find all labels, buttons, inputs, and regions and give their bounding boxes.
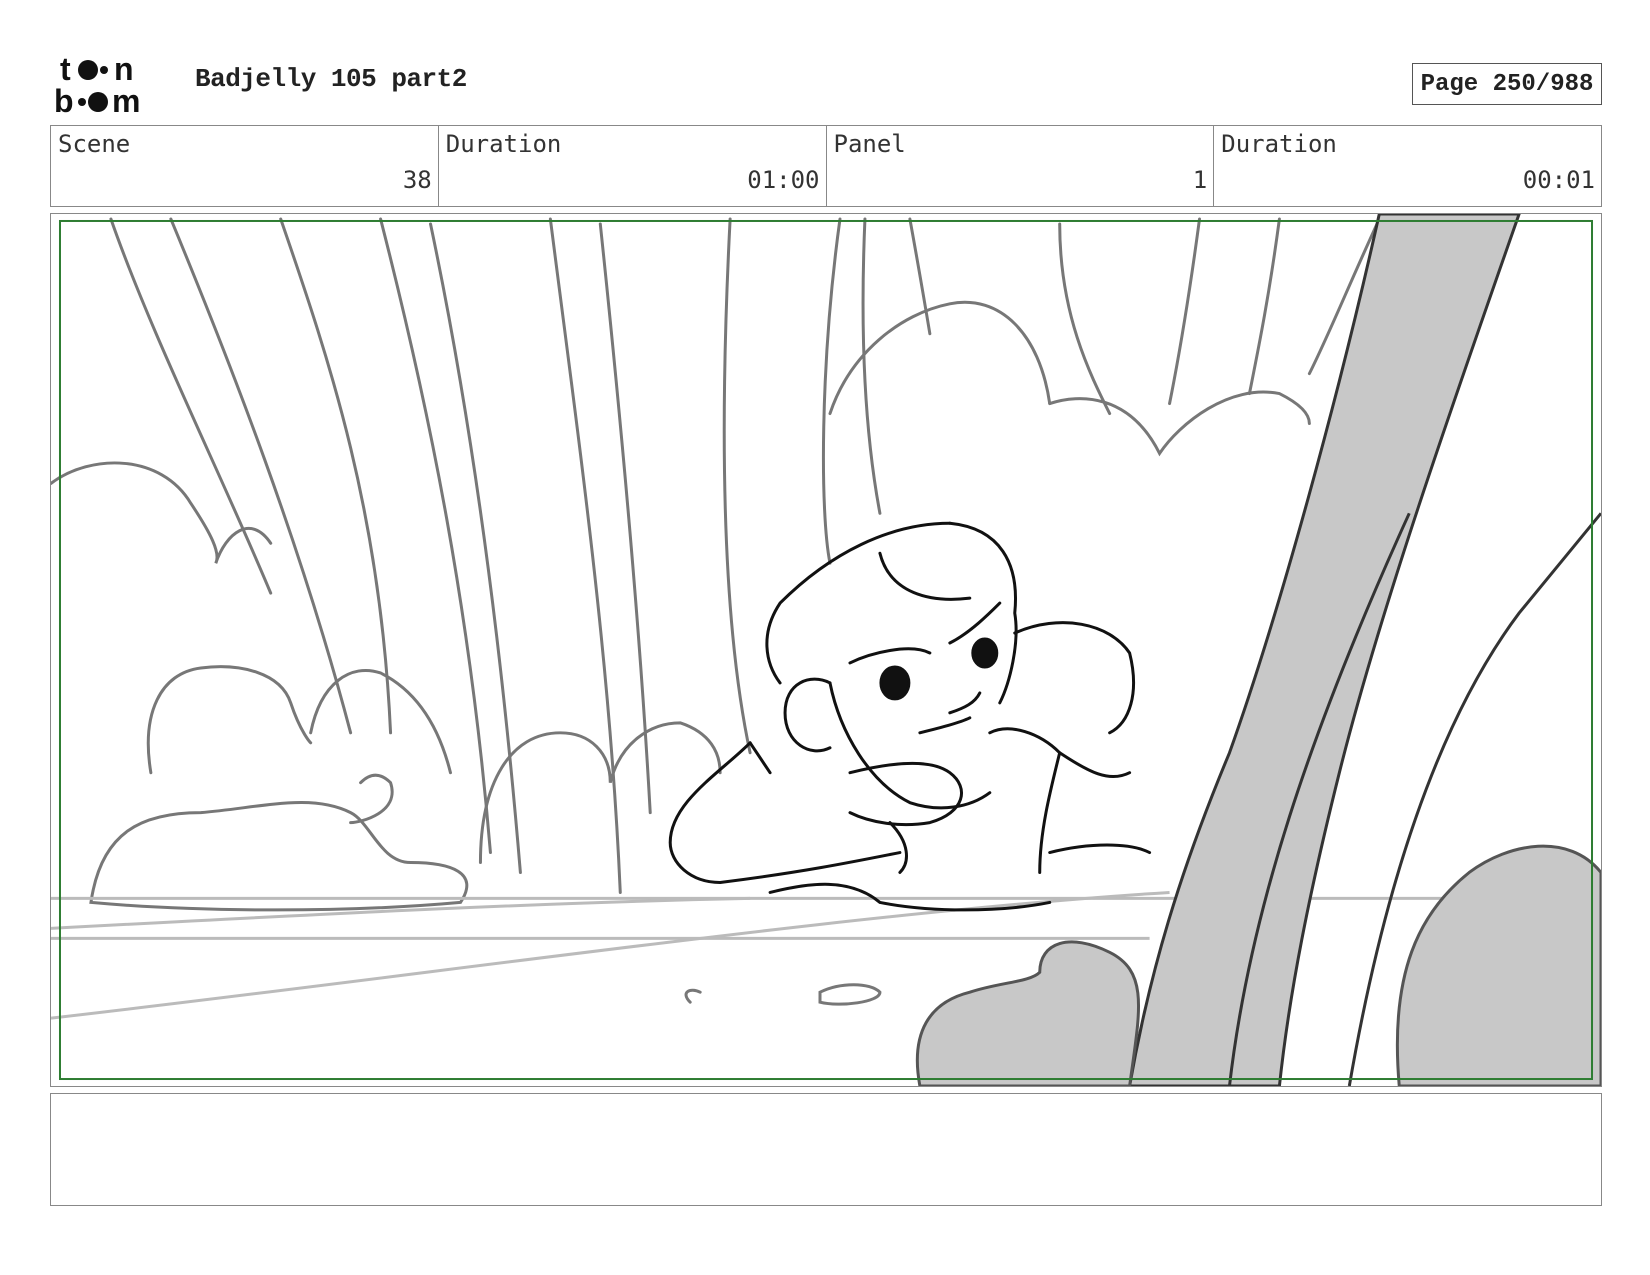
storyboard-panel xyxy=(50,213,1602,1087)
toon-boom-logo: t n b m xyxy=(54,52,140,118)
scene-duration-value: 01:00 xyxy=(747,166,820,194)
panel-info-row: Scene 38 Duration 01:00 Panel 1 Duration… xyxy=(50,125,1602,207)
scene-number: 38 xyxy=(402,166,432,194)
project-title: Badjelly 105 part2 xyxy=(195,64,467,94)
scene-duration-cell: Duration 01:00 xyxy=(439,126,827,206)
panel-duration-label: Duration xyxy=(1221,130,1337,158)
panel-duration-value: 00:01 xyxy=(1522,166,1595,194)
panel-sketch xyxy=(51,214,1601,1086)
scene-duration-label: Duration xyxy=(445,130,562,158)
panel-cell: Panel 1 xyxy=(827,126,1215,206)
panel-number: 1 xyxy=(1192,166,1208,194)
svg-text:n: n xyxy=(114,52,134,87)
panel-notes xyxy=(50,1093,1602,1206)
panel-label: Panel xyxy=(833,130,906,158)
page-number: Page 250/988 xyxy=(1412,63,1602,105)
scene-cell: Scene 38 xyxy=(51,126,439,206)
svg-text:m: m xyxy=(112,83,140,118)
panel-duration-cell: Duration 00:01 xyxy=(1214,126,1601,206)
svg-text:b: b xyxy=(54,83,74,118)
svg-text:t: t xyxy=(60,52,71,87)
scene-label: Scene xyxy=(58,130,131,158)
